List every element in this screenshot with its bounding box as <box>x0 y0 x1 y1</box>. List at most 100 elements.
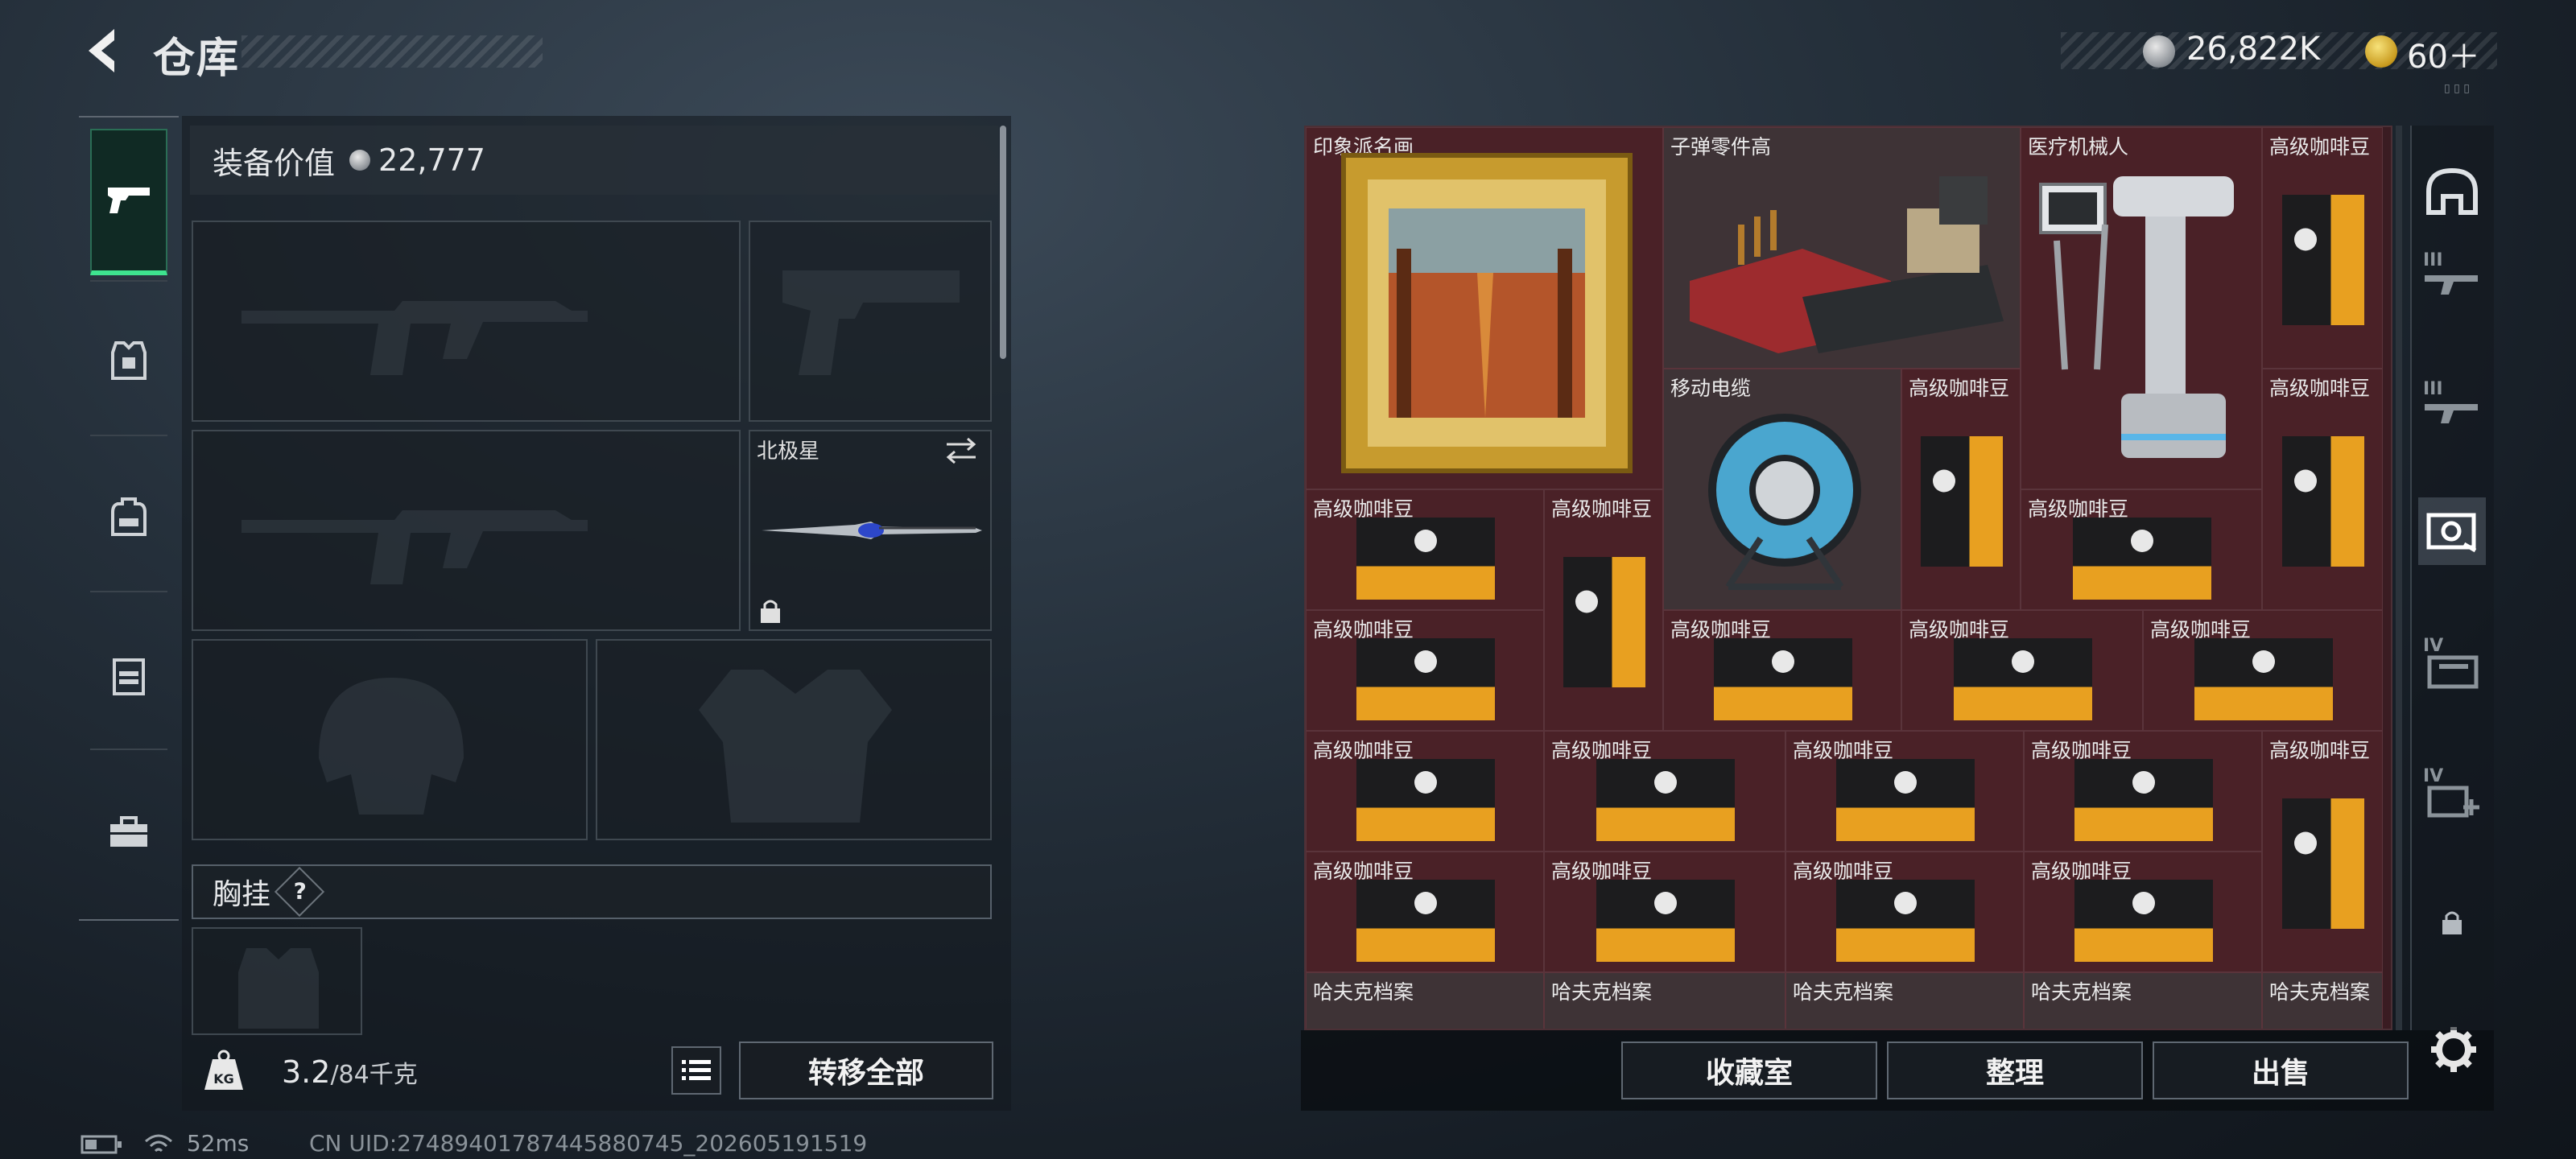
stash-item[interactable]: 印象派名画 <box>1306 127 1663 489</box>
stash-item[interactable]: 高级咖啡豆 <box>1544 489 1663 731</box>
category-tier4-medical[interactable]: IV <box>2418 758 2486 826</box>
category-tier3-weapon[interactable]: III <box>2418 238 2486 306</box>
item-name: 哈夫克档案 <box>2269 980 2371 1004</box>
melee-slot[interactable]: 北极星 <box>749 430 992 631</box>
pistol-slot[interactable] <box>749 221 992 422</box>
user-uid: CN UID:274894017874458807​45_20260519151… <box>309 1130 868 1157</box>
armor-slot[interactable] <box>596 639 992 840</box>
stash-item[interactable]: 高级咖啡豆 <box>1306 852 1544 972</box>
stash-item[interactable]: 高级咖啡豆 <box>1785 852 2024 972</box>
stash-item[interactable]: 医疗机械人 <box>2021 127 2262 489</box>
stash-item[interactable]: 高级咖啡豆 <box>2262 731 2383 972</box>
divider <box>90 280 167 282</box>
category-locked[interactable] <box>2418 889 2486 956</box>
stash-grid: 印象派名画 子弹零件高 医疗机械人 高级咖啡豆 移动电缆 高级咖啡豆 高级咖啡豆… <box>1304 126 2392 1030</box>
stash-item[interactable]: 高级咖啡豆 <box>2024 731 2262 852</box>
hint-text: ▯ ▯ ▯ <box>2444 82 2471 95</box>
sidebar-item-backpack[interactable] <box>90 478 167 555</box>
category-collectibles[interactable] <box>2418 497 2486 565</box>
svg-text:III: III <box>2423 379 2443 399</box>
divider <box>90 749 167 750</box>
stash-item[interactable]: 高级咖啡豆 <box>2021 489 2262 610</box>
silver-amount: 26,822K <box>2186 31 2321 68</box>
title-decor <box>242 35 543 68</box>
category-tier4-files[interactable]: IV <box>2418 628 2486 695</box>
sell-button[interactable]: 出售 <box>2153 1041 2409 1099</box>
stash-item[interactable]: 高级咖啡豆 <box>1785 731 2024 852</box>
item-name: 哈夫克档案 <box>1793 980 1894 1004</box>
stash-item[interactable]: 高级咖啡豆 <box>1901 369 2021 610</box>
collection-room-button[interactable]: 收藏室 <box>1621 1041 1877 1099</box>
list-view-button[interactable] <box>671 1046 721 1095</box>
rifle-silhouette-icon <box>242 301 588 375</box>
coffee-bag-icon <box>1356 880 1495 962</box>
chest-rig-slot[interactable] <box>192 927 362 1035</box>
svg-text:KG: KG <box>213 1071 234 1087</box>
coffee-bag-icon <box>2074 759 2213 841</box>
stash-item[interactable]: 哈夫克档案 <box>2262 972 2383 1029</box>
stash-item[interactable]: 高级咖啡豆 <box>1544 852 1785 972</box>
coffee-bag-icon <box>1356 759 1495 841</box>
pistol-silhouette-icon <box>782 270 960 375</box>
stash-item[interactable]: 哈夫克档案 <box>1785 972 2024 1029</box>
helmet-slot[interactable] <box>192 639 588 840</box>
equipment-value-header: 装备价值 22,777 <box>190 126 998 195</box>
stash-item[interactable]: 高级咖啡豆 <box>2262 369 2383 610</box>
chest-rig-silhouette-icon <box>238 948 319 1029</box>
stash-item[interactable]: 移动电缆 <box>1663 369 1901 610</box>
ping-value: 52ms <box>186 1130 250 1157</box>
sort-button[interactable]: 整理 <box>1887 1041 2143 1099</box>
coffee-bag-icon <box>2194 638 2333 720</box>
weight-capacity: /84千克 <box>330 1061 418 1089</box>
category-helmet[interactable] <box>2418 158 2486 225</box>
stash-item[interactable]: 高级咖啡豆 <box>1544 731 1785 852</box>
category-tier3-weapon[interactable]: III <box>2418 367 2486 435</box>
sidebar-item-toolbox[interactable] <box>90 794 167 871</box>
help-icon[interactable]: ? <box>274 866 325 918</box>
item-name: 哈夫克档案 <box>1551 980 1653 1004</box>
gold-amount[interactable]: 60＋ <box>2407 31 2480 77</box>
svg-text:IV: IV <box>2423 766 2443 786</box>
back-arrow-icon[interactable] <box>77 24 130 77</box>
stash-item[interactable]: 高级咖啡豆 <box>1306 489 1544 610</box>
ammo-parts-crate-icon <box>1690 176 2004 353</box>
item-name: 医疗机械人 <box>2028 135 2129 159</box>
painting-icon <box>1341 153 1633 473</box>
cable-reel-icon <box>1708 414 1861 590</box>
chest-rig-section: 胸挂 ? <box>192 864 992 919</box>
sidebar-item-weapons[interactable] <box>90 129 167 275</box>
rifle-silhouette-icon <box>242 510 588 584</box>
swap-icon[interactable] <box>943 436 979 465</box>
equipment-value: 22,777 <box>378 142 485 178</box>
weight-readout: 3.2/84千克 <box>282 1054 418 1090</box>
primary-weapon-slot[interactable] <box>192 221 741 422</box>
stash-item[interactable]: 高级咖啡豆 <box>2262 127 2383 369</box>
stash-item[interactable]: 高级咖啡豆 <box>1306 610 1544 731</box>
sidebar-item-chest-rig[interactable] <box>90 637 167 715</box>
stash-item[interactable]: 高级咖啡豆 <box>2143 610 2383 731</box>
wifi-icon <box>144 1134 172 1153</box>
settings-gear-icon[interactable] <box>2429 1025 2478 1074</box>
secondary-weapon-slot[interactable] <box>192 430 741 631</box>
stash-item[interactable]: 子弹零件高 <box>1663 127 2021 369</box>
transfer-all-button[interactable]: 转移全部 <box>739 1041 993 1099</box>
list-icon <box>682 1060 711 1080</box>
coffee-bag-icon <box>1921 436 2003 567</box>
stash-scrollbar[interactable] <box>2396 126 2402 1030</box>
stash-item[interactable]: 高级咖啡豆 <box>2024 852 2262 972</box>
stash-item[interactable]: 高级咖啡豆 <box>1306 731 1544 852</box>
stash-item[interactable]: 哈夫克档案 <box>1544 972 1785 1029</box>
collectibles-icon <box>2426 513 2477 553</box>
divider <box>90 435 167 436</box>
current-weight: 3.2 <box>282 1054 331 1090</box>
coffee-bag-icon <box>2074 880 2213 962</box>
coffee-bag-icon <box>1356 518 1495 600</box>
stash-item[interactable]: 高级咖啡豆 <box>1901 610 2143 731</box>
coffee-bag-icon <box>1596 880 1735 962</box>
item-name: 哈夫克档案 <box>2031 980 2132 1004</box>
scrollbar[interactable] <box>1000 126 1006 359</box>
stash-item[interactable]: 哈夫克档案 <box>1306 972 1544 1029</box>
stash-item[interactable]: 高级咖啡豆 <box>1663 610 1901 731</box>
stash-item[interactable]: 哈夫克档案 <box>2024 972 2262 1029</box>
sidebar-item-armor[interactable] <box>90 322 167 399</box>
